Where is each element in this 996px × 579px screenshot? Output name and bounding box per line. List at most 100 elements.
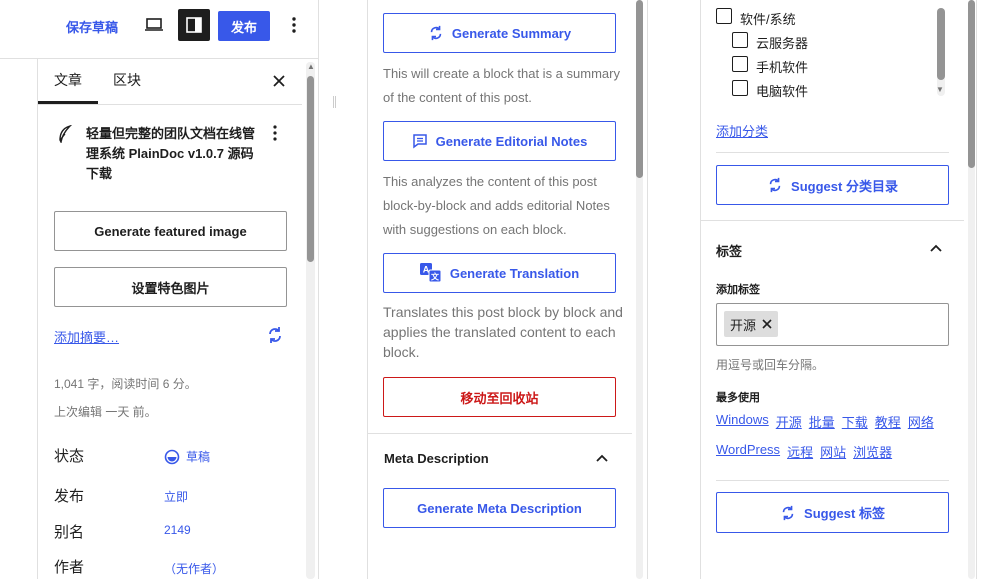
most-used-tags-row: WordPress 远程 网站 浏览器 (716, 442, 892, 461)
category-scroll-thumb[interactable] (937, 8, 945, 80)
preview-button[interactable] (138, 9, 170, 41)
editorial-description: This analyzes the content of this post b… (383, 174, 610, 237)
most-used-tag[interactable]: WordPress (716, 442, 780, 461)
generate-translation-label: Generate Translation (449, 265, 580, 281)
tabs-divider (38, 104, 302, 105)
add-tag-label: 添加标签 (716, 284, 760, 296)
ai-panel-scroll-thumb[interactable] (636, 0, 643, 178)
most-used-tag[interactable]: 教程 (875, 412, 901, 431)
publish-date-button[interactable]: 立即 (164, 488, 188, 505)
settings-toggle-button[interactable] (178, 9, 210, 41)
draft-status-icon (164, 449, 180, 464)
category-checkbox[interactable] (732, 56, 748, 72)
post-feather-icon (59, 125, 72, 143)
editor-canvas-edge (0, 59, 38, 579)
publish-label: 发布 (54, 488, 85, 505)
scroll-up-icon[interactable]: ▲ (307, 62, 315, 72)
suggest-categories-label: Suggest 分类目录 (791, 178, 898, 194)
word-count: 1,041 字，阅读时间 6 分。 (54, 377, 197, 391)
column-divider (647, 0, 648, 579)
column-divider (367, 0, 368, 579)
category-checkbox[interactable] (732, 80, 748, 96)
slug-value-button[interactable]: 2149 (164, 523, 191, 537)
close-icon (273, 75, 285, 87)
options-menu-button[interactable] (278, 9, 310, 41)
tags-section-title: 标签 (716, 244, 743, 259)
category-label: 手机软件 (756, 60, 809, 75)
editor-screen: 保存草稿 发布 文章 区块 轻量但完整的团队文档在线管理系统 PlainDoc … (0, 0, 996, 579)
status-value-button[interactable]: 草稿 (164, 448, 210, 465)
sync-icon (769, 177, 781, 193)
remove-tag-icon[interactable] (762, 319, 772, 329)
author-value-button[interactable]: （无作者） (164, 560, 224, 577)
meta-description-title: Meta Description (384, 451, 489, 466)
suggest-tags-button[interactable]: Suggest 标签 (716, 492, 949, 533)
chevron-up-icon (930, 244, 942, 252)
generate-summary-label: Generate Summary (451, 25, 572, 41)
add-excerpt-link[interactable]: 添加摘要… (54, 327, 119, 346)
last-edited: 上次编辑 一天 前。 (54, 405, 157, 419)
sync-icon (782, 505, 794, 520)
most-used-label: 最多使用 (716, 392, 760, 404)
svg-text:文: 文 (431, 272, 440, 282)
most-used-tag[interactable]: 远程 (787, 442, 813, 461)
taxonomy-scroll-thumb[interactable] (968, 0, 975, 168)
move-to-trash-button[interactable]: 移动至回收站 (383, 377, 616, 417)
category-label: 电脑软件 (756, 84, 809, 99)
resize-handle[interactable] (333, 96, 336, 108)
save-draft-button[interactable]: 保存草稿 (66, 17, 118, 36)
status-value: 草稿 (186, 450, 211, 464)
chevron-up-icon (596, 454, 608, 462)
set-featured-image-button[interactable]: 设置特色图片 (54, 267, 287, 307)
generate-excerpt-button[interactable] (259, 319, 291, 351)
summary-description: This will create a block that is a summa… (383, 66, 620, 105)
most-used-tag[interactable]: 浏览器 (853, 442, 892, 461)
desktop-icon (145, 18, 163, 31)
tab-post[interactable]: 文章 (54, 58, 82, 102)
column-divider (700, 0, 701, 579)
tags-section-toggle[interactable] (920, 232, 952, 264)
category-label: 云服务器 (756, 36, 809, 51)
generate-translation-button[interactable]: A 文 Generate Translation (383, 253, 616, 293)
post-actions-button[interactable] (259, 117, 291, 149)
most-used-tag[interactable]: 批量 (809, 412, 835, 431)
generate-editorial-notes-button[interactable]: Generate Editorial Notes (383, 121, 616, 161)
post-title: 轻量但完整的团队文档在线管理系统 PlainDoc v1.0.7 源码下载 (86, 126, 256, 181)
category-checkbox[interactable] (716, 8, 732, 24)
close-sidebar-button[interactable] (263, 65, 295, 97)
most-used-tag[interactable]: 网站 (820, 442, 846, 461)
sidebar-scroll-thumb[interactable] (307, 76, 314, 262)
sync-icon (430, 25, 442, 41)
toolbar-divider (0, 58, 318, 59)
generate-featured-image-button[interactable]: Generate featured image (54, 211, 287, 251)
add-category-link[interactable]: 添加分类 (716, 121, 768, 140)
translation-description: Translates this post block by block and … (383, 304, 623, 360)
most-used-tags-row: Windows 开源 批量 下载 教程 网络 (716, 412, 934, 431)
category-checkbox[interactable] (732, 32, 748, 48)
more-vertical-icon (273, 125, 277, 141)
generate-editorial-notes-label: Generate Editorial Notes (435, 133, 588, 149)
generate-meta-description-button[interactable]: Generate Meta Description (383, 488, 616, 528)
most-used-tag[interactable]: 网络 (908, 412, 934, 431)
publish-button[interactable]: 发布 (218, 11, 270, 41)
section-divider (716, 480, 949, 481)
most-used-tag[interactable]: Windows (716, 412, 769, 431)
suggest-categories-button[interactable]: Suggest 分类目录 (716, 165, 949, 205)
translate-icon: A 文 (419, 263, 442, 283)
column-divider (976, 0, 977, 579)
author-label: 作者 (54, 559, 85, 576)
suggest-tags-label: Suggest 标签 (804, 506, 885, 521)
most-used-tag[interactable]: 开源 (776, 412, 802, 431)
tag-hint: 用逗号或回车分隔。 (716, 358, 825, 372)
generate-summary-button[interactable]: Generate Summary (383, 13, 616, 53)
section-divider (367, 433, 632, 434)
slug-label: 别名 (54, 524, 85, 541)
category-label: 软件/系统 (740, 12, 796, 27)
most-used-tag[interactable]: 下载 (842, 412, 868, 431)
scroll-down-icon[interactable]: ▼ (936, 85, 944, 94)
status-label: 状态 (54, 448, 85, 465)
comment-icon (412, 134, 427, 149)
meta-description-toggle[interactable] (586, 442, 618, 474)
tab-block[interactable]: 区块 (113, 58, 141, 102)
section-divider (700, 220, 964, 221)
